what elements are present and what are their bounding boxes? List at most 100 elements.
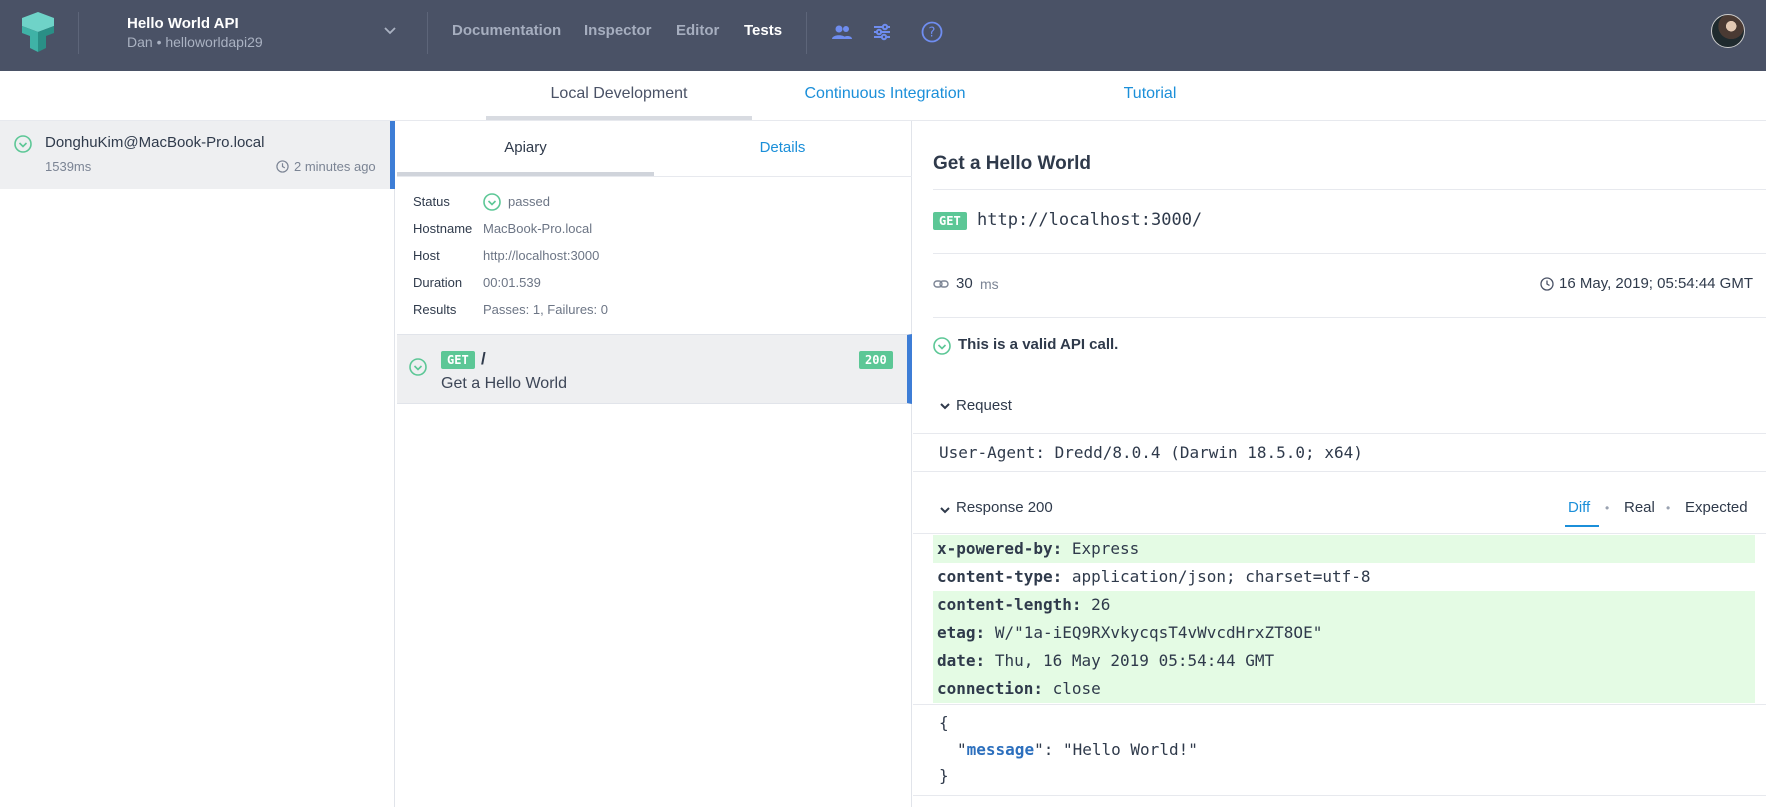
passed-check-icon (483, 193, 501, 211)
nav-documentation[interactable]: Documentation (452, 22, 561, 39)
divider (806, 12, 807, 54)
header-value: close (1052, 679, 1101, 698)
hostname-value: MacBook-Pro.local (483, 221, 593, 236)
header-value: W/"1a-iEQ9RXvkycqsT4vWvcdHrxZT8OE" (994, 623, 1323, 642)
tab-details[interactable]: Details (654, 139, 911, 156)
project-title[interactable]: Hello World API (127, 15, 239, 32)
tab-local-development[interactable]: Local Development (486, 85, 752, 103)
run-duration: 1539ms (45, 159, 92, 174)
status-value: passed (508, 194, 550, 209)
passed-check-icon (14, 135, 32, 153)
divider (913, 704, 1766, 705)
run-hostname: DonghuKim@MacBook-Pro.local (45, 134, 265, 151)
svg-text:?: ? (929, 26, 936, 41)
response-header-row: date: Thu, 16 May 2019 05:54:44 GMT (933, 647, 1755, 675)
separator-dot: • (1666, 501, 1671, 515)
clock-icon (276, 160, 289, 173)
nav-inspector[interactable]: Inspector (584, 22, 652, 39)
link-icon (933, 280, 949, 288)
nav-tests[interactable]: Tests (744, 22, 782, 39)
divider (78, 12, 79, 54)
tab-continuous-integration[interactable]: Continuous Integration (770, 85, 1000, 103)
run-summary-panel: Apiary Details Status passed Hostname Ma… (397, 121, 912, 807)
run-time-ago: 2 minutes ago (294, 159, 376, 174)
transaction-date: 16 May, 2019; 05:54:44 GMT (1559, 275, 1753, 292)
duration-value: 00:01.539 (483, 275, 541, 290)
status-label: Status (413, 194, 450, 209)
clock-icon (1540, 277, 1554, 291)
divider (933, 189, 1766, 190)
method-badge: GET (441, 351, 475, 369)
header-value: Express (1071, 539, 1140, 558)
request-section-toggle[interactable]: Request (956, 397, 1012, 414)
help-icon[interactable]: ? (920, 20, 944, 44)
nav-editor[interactable]: Editor (676, 22, 719, 39)
divider (397, 176, 912, 177)
project-owner[interactable]: Dan • helloworldapi29 (127, 34, 263, 50)
divider (913, 795, 1766, 796)
endpoint-path: / (481, 349, 486, 368)
json-quote: ": (1034, 740, 1054, 759)
header-key: etag: (937, 623, 986, 642)
passed-check-icon (933, 337, 951, 355)
response-header-row: content-length: 26 (933, 591, 1755, 619)
response-time-value: 30 (956, 275, 973, 292)
response-header-row: etag: W/"1a-iEQ9RXvkycqsT4vWvcdHrxZT8OE" (933, 619, 1755, 647)
header-key: content-length: (937, 595, 1082, 614)
chevron-down-icon[interactable] (939, 504, 951, 516)
response-header-row: content-type: application/json; charset=… (933, 563, 1755, 591)
top-bar: Hello World API Dan • helloworldapi29 Do… (0, 0, 1766, 71)
divider (913, 433, 1766, 434)
separator-dot: • (1605, 501, 1610, 515)
response-header-row: connection: close (933, 675, 1755, 703)
response-header-row: x-powered-by: Express (933, 535, 1755, 563)
chevron-down-icon[interactable] (382, 22, 398, 38)
header-key: x-powered-by: (937, 539, 1063, 558)
apiary-logo-icon[interactable] (18, 12, 58, 52)
response-time-unit: ms (980, 276, 999, 292)
divider (933, 317, 1766, 318)
endpoint-item[interactable]: GET / Get a Hello World 200 (397, 334, 912, 404)
divider (913, 471, 1766, 472)
status-code-badge: 200 (859, 351, 893, 369)
settings-sliders-icon[interactable] (870, 20, 894, 44)
header-value: Thu, 16 May 2019 05:54:44 GMT (994, 651, 1275, 670)
response-section-toggle[interactable]: Response 200 (956, 499, 1053, 516)
duration-label: Duration (413, 275, 463, 290)
body-close-brace: } (939, 766, 949, 785)
method-badge: GET (933, 212, 967, 230)
divider (913, 533, 1766, 534)
host-label: Host (413, 248, 440, 263)
endpoint-name: Get a Hello World (441, 375, 567, 392)
active-tab-indicator (486, 116, 752, 120)
team-icon[interactable] (830, 20, 854, 44)
body-open-brace: { (939, 713, 949, 732)
header-key: content-type: (937, 567, 1063, 586)
tab-diff[interactable]: Diff (1568, 499, 1590, 516)
body-json-line: "message": "Hello World!" (957, 740, 1198, 759)
chevron-down-icon[interactable] (939, 400, 951, 412)
header-key: connection: (937, 679, 1043, 698)
active-tab-indicator (1565, 525, 1599, 527)
hostname-label: Hostname (413, 221, 473, 236)
request-user-agent: User-Agent: Dredd/8.0.4 (Darwin 18.5.0; … (939, 443, 1363, 462)
json-key: message (966, 740, 1035, 759)
tab-tutorial[interactable]: Tutorial (1090, 85, 1210, 103)
json-value: "Hello World!" (1062, 740, 1198, 759)
request-url: http://localhost:3000/ (977, 210, 1203, 230)
tab-apiary[interactable]: Apiary (397, 139, 654, 156)
results-label: Results (413, 302, 457, 317)
validation-message: This is a valid API call. (958, 336, 1119, 353)
results-value: Passes: 1, Failures: 0 (483, 302, 608, 317)
transaction-title: Get a Hello World (933, 153, 1092, 174)
user-avatar[interactable] (1711, 14, 1745, 48)
test-run-item[interactable]: DonghuKim@MacBook-Pro.local 1539ms 2 min… (0, 121, 395, 189)
divider (427, 12, 428, 54)
host-value: http://localhost:3000 (483, 248, 600, 263)
header-key: date: (937, 651, 986, 670)
tab-real[interactable]: Real (1624, 499, 1655, 516)
tab-expected[interactable]: Expected (1685, 499, 1748, 516)
test-runs-list: DonghuKim@MacBook-Pro.local 1539ms 2 min… (0, 121, 395, 807)
header-value: application/json; charset=utf-8 (1071, 567, 1371, 586)
environment-tabs: Local Development Continuous Integration… (0, 71, 1766, 121)
